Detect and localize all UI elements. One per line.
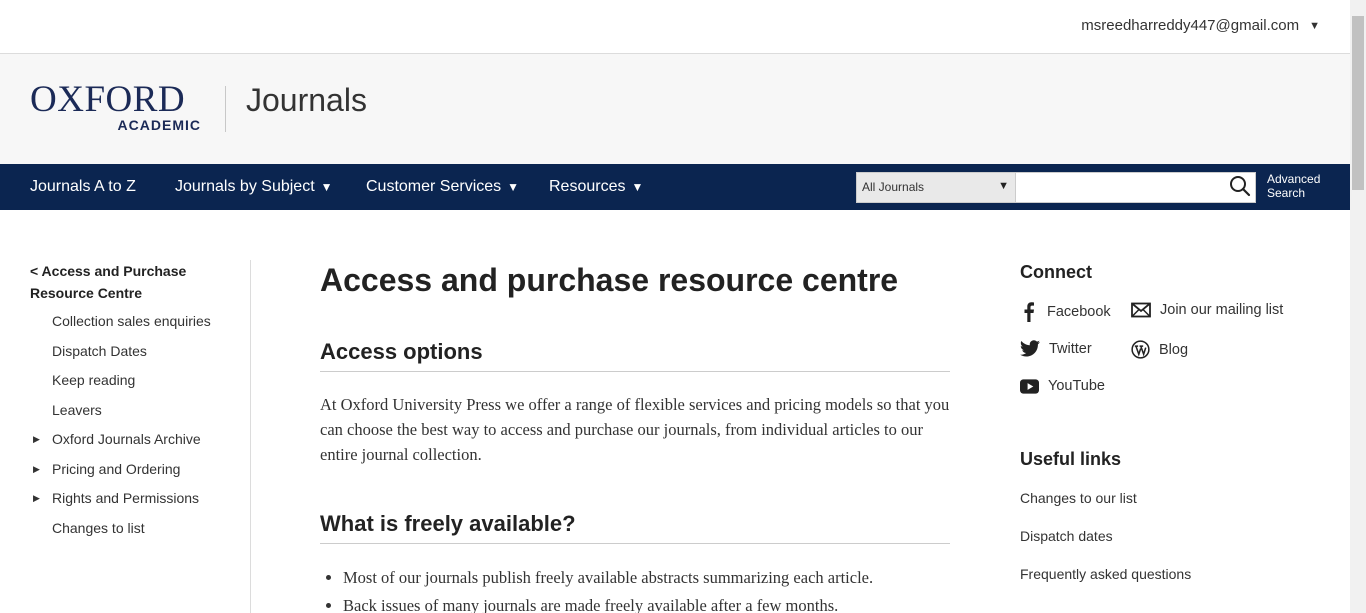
chevron-down-icon: ▼: [631, 180, 644, 194]
chevron-down-icon: ▼: [1309, 19, 1320, 32]
section-heading-freely-available: What is freely available?: [320, 511, 950, 544]
wordpress-icon: [1131, 340, 1150, 359]
twitter-label: Twitter: [1049, 340, 1092, 357]
nav-label: Customer Services: [366, 178, 502, 195]
blog-link[interactable]: Blog: [1131, 340, 1188, 359]
top-bar: msreedharreddy447@gmail.com ▼: [0, 0, 1350, 54]
advanced-search-line-2: Search: [1267, 186, 1306, 200]
side-item-leavers[interactable]: Leavers: [52, 402, 102, 418]
nav-resources[interactable]: Resources ▼: [549, 178, 643, 196]
nav-label: Journals A to Z: [30, 178, 136, 195]
list-item: Most of our journals publish freely avai…: [343, 564, 950, 592]
side-nav-divider: [250, 260, 251, 613]
side-item-dispatch-dates[interactable]: Dispatch Dates: [52, 343, 147, 359]
masthead: OXFORD ACADEMIC Journals: [0, 54, 1350, 164]
mail-icon: [1131, 302, 1151, 318]
side-item-oxford-journals-archive[interactable]: Oxford Journals Archive: [52, 431, 201, 447]
facebook-label: Facebook: [1047, 304, 1111, 320]
facebook-link[interactable]: Facebook: [1020, 302, 1111, 322]
access-options-paragraph: At Oxford University Press we offer a ra…: [320, 395, 950, 464]
search-icon[interactable]: [1228, 174, 1254, 200]
expand-triangle-icon[interactable]: ▶: [33, 434, 40, 445]
list-item: Back issues of many journals are made fr…: [343, 592, 950, 613]
freely-available-list: Most of our journals publish freely avai…: [320, 564, 950, 613]
oxford-academic-logo[interactable]: OXFORD ACADEMIC: [30, 79, 205, 134]
youtube-label: YouTube: [1048, 378, 1105, 394]
vertical-scrollbar[interactable]: [1350, 0, 1366, 613]
expand-triangle-icon[interactable]: ▶: [33, 464, 40, 475]
side-nav: < Access and Purchase Resource Centre: [30, 260, 250, 304]
search-scope-value: All Journals: [862, 180, 925, 194]
logo-divider: [225, 86, 226, 132]
twitter-icon: [1020, 340, 1040, 357]
chevron-down-icon: ▼: [507, 180, 520, 194]
mailing-list-link[interactable]: Join our mailing list: [1131, 302, 1283, 318]
logo-line-1: OXFORD: [30, 79, 186, 120]
nav-journals-by-subject[interactable]: Journals by Subject ▼: [175, 178, 333, 196]
advanced-search-link[interactable]: Advanced Search: [1267, 172, 1320, 200]
youtube-icon: [1020, 378, 1039, 394]
connect-heading: Connect: [1020, 262, 1092, 282]
side-item-keep-reading[interactable]: Keep reading: [52, 372, 135, 388]
useful-link-dispatch-dates[interactable]: Dispatch dates: [1020, 528, 1113, 544]
scrollbar-thumb[interactable]: [1352, 16, 1364, 190]
useful-links-heading: Useful links: [1020, 449, 1122, 469]
mailing-list-label: Join our mailing list: [1160, 302, 1284, 318]
useful-link-faq[interactable]: Frequently asked questions: [1020, 566, 1191, 582]
account-email: msreedharreddy447@gmail.com: [1081, 17, 1300, 34]
twitter-link[interactable]: Twitter: [1020, 340, 1092, 357]
nav-label: Resources: [549, 178, 626, 195]
useful-link-changes-to-our-list[interactable]: Changes to our list: [1020, 490, 1137, 506]
nav-customer-services[interactable]: Customer Services ▼: [366, 178, 519, 196]
section-heading-access-options: Access options: [320, 339, 950, 372]
site-title[interactable]: Journals: [246, 82, 367, 119]
side-item-collection-sales[interactable]: Collection sales enquiries: [52, 313, 211, 329]
nav-label: Journals by Subject: [175, 178, 315, 195]
main-content: Access and purchase resource centre Acce…: [320, 262, 950, 613]
back-link-resource-centre[interactable]: < Access and Purchase Resource Centre: [30, 260, 250, 304]
side-item-changes-to-list[interactable]: Changes to list: [52, 520, 145, 536]
account-menu[interactable]: msreedharreddy447@gmail.com ▼: [1081, 17, 1320, 34]
page-title: Access and purchase resource centre: [320, 262, 899, 298]
side-item-rights-and-permissions[interactable]: Rights and Permissions: [52, 490, 199, 506]
youtube-link[interactable]: YouTube: [1020, 378, 1105, 394]
chevron-down-icon: ▼: [998, 180, 1009, 192]
facebook-icon: [1020, 302, 1038, 322]
expand-triangle-icon[interactable]: ▶: [33, 493, 40, 504]
chevron-down-icon: ▼: [320, 180, 333, 194]
main-nav: Journals A to Z Journals by Subject ▼ Cu…: [0, 164, 1350, 210]
side-item-pricing-and-ordering[interactable]: Pricing and Ordering: [52, 461, 180, 477]
blog-label: Blog: [1159, 341, 1189, 358]
search-input[interactable]: [1016, 172, 1256, 203]
search-scope-select[interactable]: All Journals ▼: [856, 172, 1016, 203]
advanced-search-line-1: Advanced: [1267, 172, 1321, 186]
nav-journals-a-to-z[interactable]: Journals A to Z: [30, 178, 136, 196]
